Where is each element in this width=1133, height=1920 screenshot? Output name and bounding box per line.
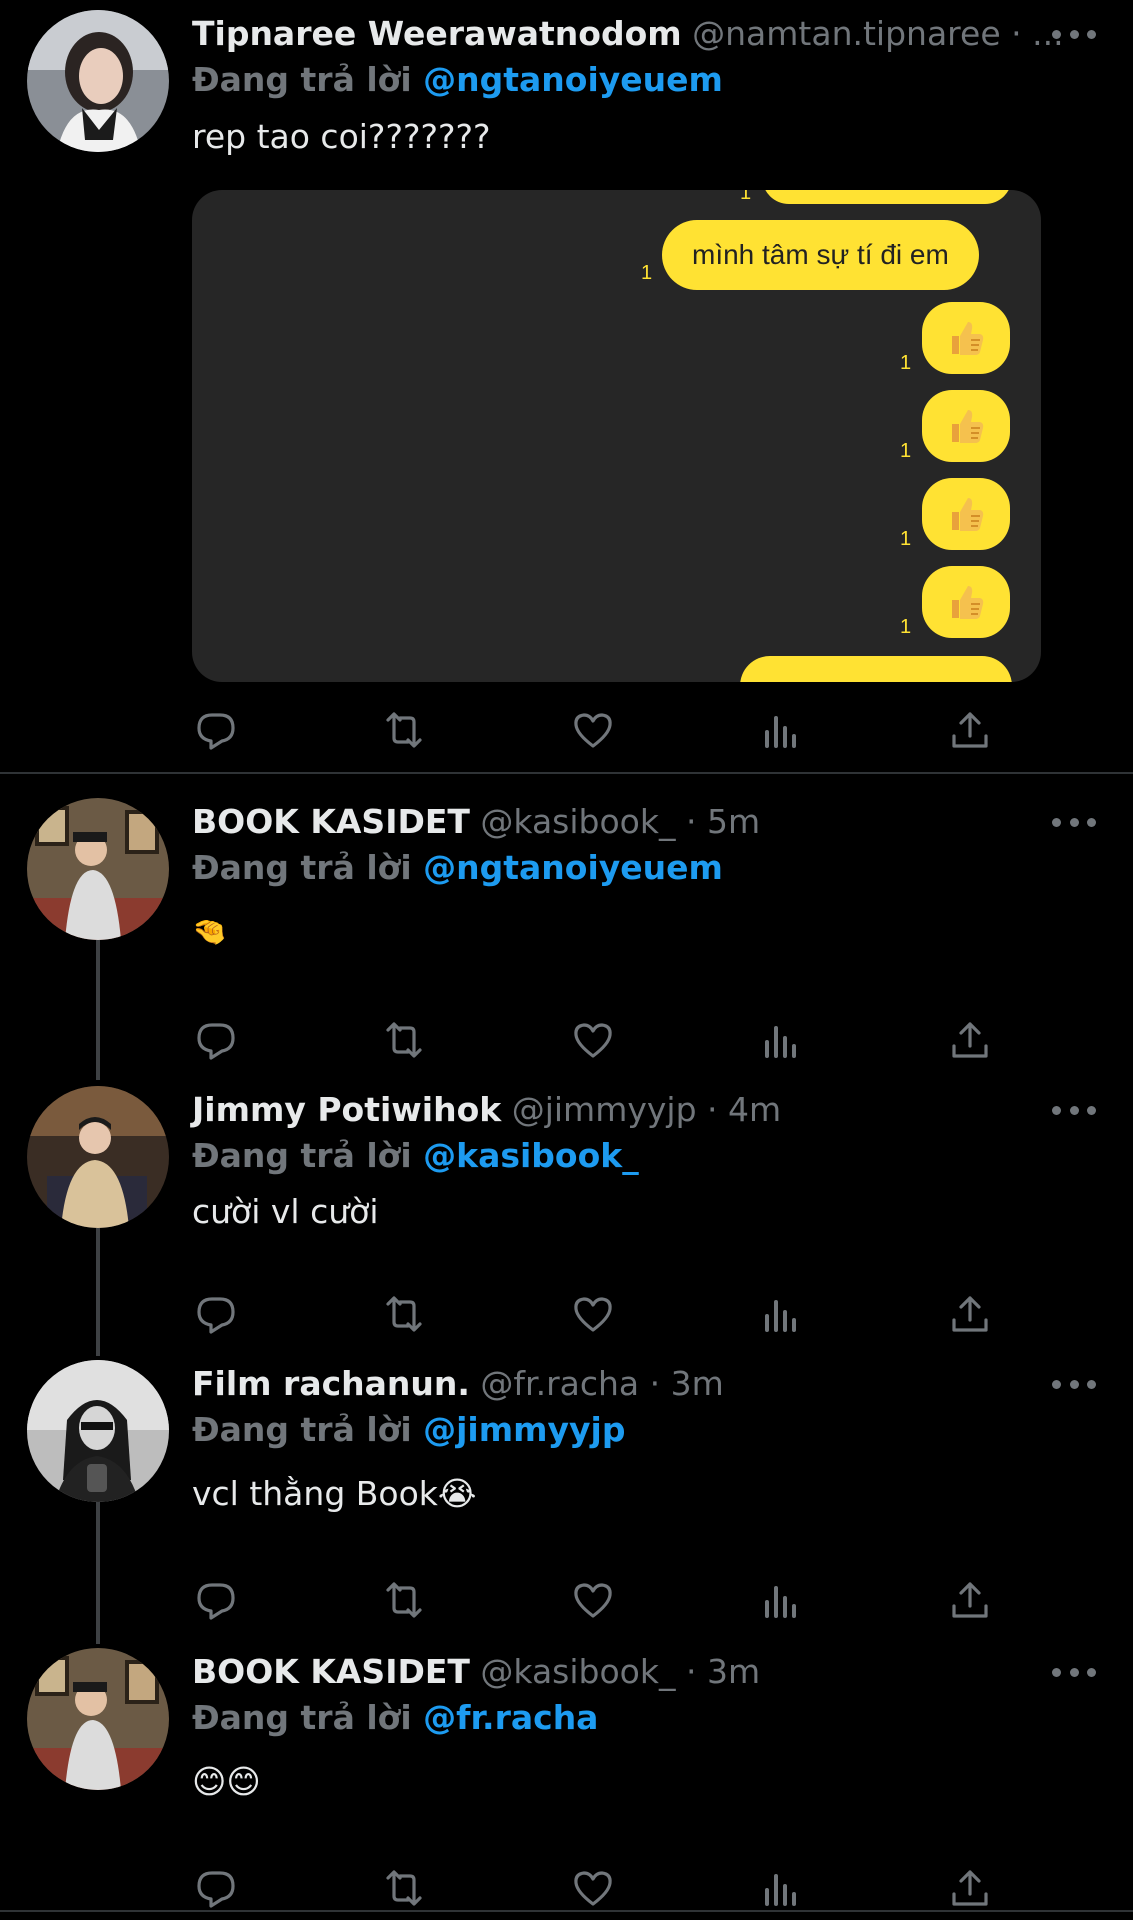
- read-count: 1: [641, 262, 653, 284]
- reply-prefix: Đang trả lời: [192, 1410, 412, 1449]
- share-icon[interactable]: [946, 706, 994, 754]
- chat-bubble-message: mình tâm sự tí đi em: [662, 220, 979, 290]
- retweet-icon[interactable]: [380, 1864, 428, 1912]
- tweet-4[interactable]: Film rachanun. @fr.racha · 3m Đang trả l…: [0, 1352, 1133, 1642]
- like-icon[interactable]: [569, 1576, 617, 1624]
- share-icon[interactable]: [946, 1016, 994, 1064]
- reply-prefix: Đang trả lời: [192, 60, 412, 99]
- author-name[interactable]: Jimmy Potiwihok: [192, 1090, 501, 1129]
- tweet-2[interactable]: BOOK KASIDET @kasibook_ · 5m Đang trả lờ…: [0, 790, 1133, 1070]
- reply-to-link[interactable]: @kasibook_: [423, 1136, 639, 1175]
- tweet-5[interactable]: BOOK KASIDET @kasibook_ · 3m Đang trả lờ…: [0, 1640, 1133, 1920]
- avatar[interactable]: [27, 10, 169, 152]
- avatar[interactable]: [27, 1086, 169, 1228]
- chat-bubble-partial-bottom: [740, 656, 1012, 682]
- reply-prefix: Đang trả lời: [192, 1698, 412, 1737]
- read-count: 1: [900, 352, 912, 374]
- thumbs-up-icon: [952, 586, 984, 619]
- retweet-icon[interactable]: [380, 1016, 428, 1064]
- share-icon[interactable]: [946, 1290, 994, 1338]
- like-icon[interactable]: [569, 1290, 617, 1338]
- more-options-icon[interactable]: [1052, 1374, 1096, 1394]
- author-name[interactable]: BOOK KASIDET: [192, 802, 470, 841]
- tweet-actions: [192, 1290, 1012, 1338]
- thumbs-up-icon: [952, 410, 984, 443]
- reply-icon[interactable]: [192, 1576, 240, 1624]
- chat-message-text: mình tâm sự tí đi em: [692, 239, 949, 270]
- thumbs-up-icon: [952, 498, 984, 531]
- share-icon[interactable]: [946, 1864, 994, 1912]
- chat-bubble-thumbs-up: [922, 390, 1010, 462]
- chat-bubble-thumbs-up: [922, 478, 1010, 550]
- reply-prefix: Đang trả lời: [192, 848, 412, 887]
- author-name[interactable]: Film rachanun.: [192, 1364, 470, 1403]
- like-icon[interactable]: [569, 706, 617, 754]
- tweet-text: cười vl cười: [192, 1192, 379, 1231]
- read-count: 1: [900, 616, 912, 638]
- reply-to-link[interactable]: @ngtanoiyeuem: [423, 848, 723, 887]
- read-count: 1: [740, 190, 752, 204]
- avatar[interactable]: [27, 1648, 169, 1790]
- tweet-media-image[interactable]: 1 mình tâm sự tí đi em 1 1 1 1 1: [192, 190, 1041, 682]
- views-icon[interactable]: [757, 1016, 805, 1064]
- author-handle[interactable]: @kasibook_ · 3m: [480, 1652, 760, 1691]
- reply-to-link[interactable]: @ngtanoiyeuem: [423, 60, 723, 99]
- like-icon[interactable]: [569, 1016, 617, 1064]
- author-handle[interactable]: @namtan.tipnaree · ...: [692, 14, 1063, 53]
- tweet-divider: [0, 1910, 1133, 1912]
- more-options-icon[interactable]: [1052, 812, 1096, 832]
- tweet-actions: [192, 1864, 1012, 1912]
- views-icon[interactable]: [757, 1576, 805, 1624]
- more-options-icon[interactable]: [1052, 24, 1096, 44]
- reply-icon[interactable]: [192, 1290, 240, 1338]
- tweet-actions: [192, 1576, 1012, 1624]
- views-icon[interactable]: [757, 706, 805, 754]
- more-options-icon[interactable]: [1052, 1100, 1096, 1120]
- reply-icon[interactable]: [192, 1864, 240, 1912]
- share-icon[interactable]: [946, 1576, 994, 1624]
- author-name[interactable]: Tipnaree Weerawatnodom: [192, 14, 682, 53]
- views-icon[interactable]: [757, 1864, 805, 1912]
- reply-icon[interactable]: [192, 706, 240, 754]
- more-options-icon[interactable]: [1052, 1662, 1096, 1682]
- chat-bubble-thumbs-up: [922, 302, 1010, 374]
- tweet-1[interactable]: Tipnaree Weerawatnodom @namtan.tipnaree …: [0, 0, 1133, 773]
- author-handle[interactable]: @kasibook_ · 5m: [480, 802, 760, 841]
- reply-icon[interactable]: [192, 1016, 240, 1064]
- tweet-actions: [192, 706, 1012, 754]
- author-handle[interactable]: @jimmyyjp · 4m: [512, 1090, 781, 1129]
- tweet-divider: [0, 772, 1133, 774]
- tweet-actions: [192, 1016, 1012, 1064]
- reply-to-link[interactable]: @fr.racha: [423, 1698, 598, 1737]
- like-icon[interactable]: [569, 1864, 617, 1912]
- retweet-icon[interactable]: [380, 1576, 428, 1624]
- tweet-text: 🤏: [192, 915, 227, 948]
- thumbs-up-icon: [952, 322, 984, 355]
- read-count: 1: [900, 528, 912, 550]
- reply-to-link[interactable]: @jimmyyjp: [423, 1410, 625, 1449]
- author-handle[interactable]: @fr.racha · 3m: [480, 1364, 723, 1403]
- chat-bubble-partial-top: [762, 190, 1012, 204]
- retweet-icon[interactable]: [380, 1290, 428, 1338]
- read-count: 1: [900, 440, 912, 462]
- avatar[interactable]: [27, 798, 169, 940]
- reply-prefix: Đang trả lời: [192, 1136, 412, 1175]
- views-icon[interactable]: [757, 1290, 805, 1338]
- retweet-icon[interactable]: [380, 706, 428, 754]
- tweet-3[interactable]: Jimmy Potiwihok @jimmyyjp · 4m Đang trả …: [0, 1078, 1133, 1358]
- tweet-text: vcl thằng Book😭: [192, 1474, 477, 1513]
- avatar[interactable]: [27, 1360, 169, 1502]
- tweet-text: 😊😊: [192, 1762, 261, 1801]
- author-name[interactable]: BOOK KASIDET: [192, 1652, 470, 1691]
- chat-bubble-thumbs-up: [922, 566, 1010, 638]
- tweet-text: rep tao coi???????: [192, 117, 491, 156]
